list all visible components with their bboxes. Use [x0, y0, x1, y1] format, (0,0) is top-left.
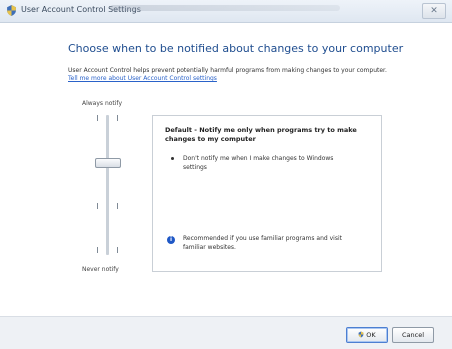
recommendation-text: Recommended if you use familiar programs…: [183, 235, 342, 251]
close-button[interactable]: ✕: [422, 3, 446, 19]
always-notify-label: Always notify: [82, 100, 122, 107]
close-icon: ✕: [430, 6, 438, 16]
level-description-box: Default - Notify me only when programs t…: [152, 115, 382, 272]
slider-track[interactable]: [106, 115, 109, 255]
slider-tick: [97, 247, 98, 253]
title-bar: User Account Control Settings ✕: [0, 0, 452, 23]
notification-level-slider[interactable]: [88, 115, 128, 255]
button-bar: OK Cancel: [0, 316, 452, 349]
info-icon: i: [167, 236, 175, 244]
cancel-button[interactable]: Cancel: [392, 327, 434, 343]
uac-shield-icon: [7, 5, 16, 16]
page-heading: Choose when to be notified about changes…: [68, 42, 404, 55]
never-notify-label: Never notify: [82, 266, 119, 273]
bullet-icon: [171, 157, 174, 160]
slider-tick: [97, 203, 98, 209]
ok-button[interactable]: OK: [346, 327, 388, 343]
uac-shield-icon: [358, 331, 364, 338]
content-pane: Choose when to be notified about changes…: [0, 23, 452, 316]
slider-tick: [117, 203, 118, 209]
description-text: User Account Control helps prevent poten…: [68, 67, 387, 74]
level-title: Default - Notify me only when programs t…: [165, 126, 357, 143]
cancel-button-label: Cancel: [401, 331, 425, 339]
ok-button-label: OK: [366, 331, 376, 339]
slider-tick: [117, 247, 118, 253]
uac-settings-window: User Account Control Settings ✕ Choose w…: [0, 0, 452, 349]
slider-tick: [117, 115, 118, 121]
learn-more-link[interactable]: Tell me more about User Account Control …: [68, 75, 217, 82]
slider-thumb[interactable]: [95, 158, 121, 168]
level-detail-text: Don't notify me when I make changes to W…: [183, 155, 334, 171]
slider-tick: [97, 115, 98, 121]
title-bar-blurred-region: [110, 5, 340, 11]
